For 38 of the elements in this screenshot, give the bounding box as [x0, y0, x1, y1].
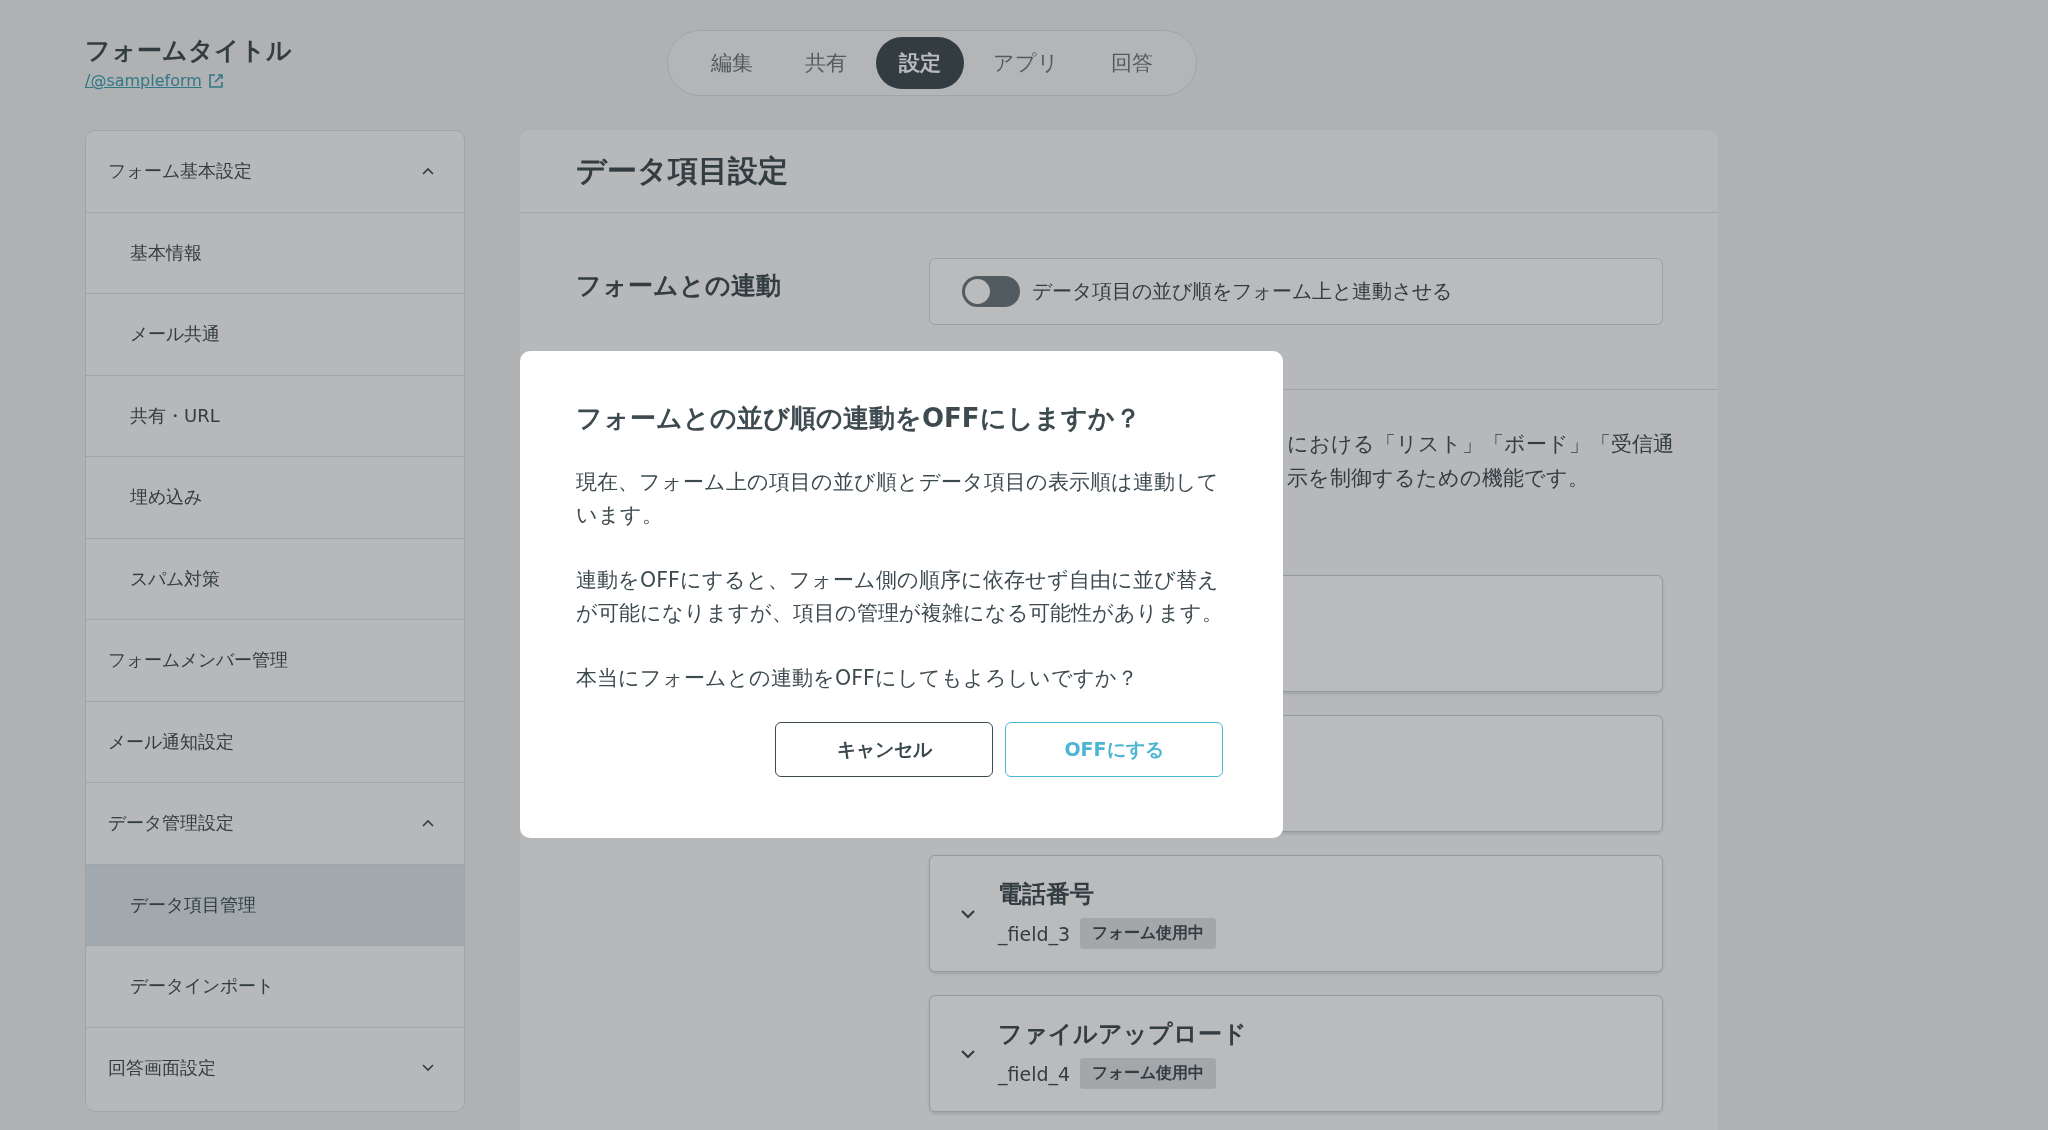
dialog-title: フォームとの並び順の連動をOFFにしますか？	[576, 402, 1142, 435]
sidebar-item[interactable]: フォームメンバー管理	[86, 620, 464, 702]
tab[interactable]: 設定	[876, 37, 964, 89]
usage-badge: フォーム使用中	[1080, 918, 1217, 949]
sidebar-subitem[interactable]: 埋め込み	[86, 457, 464, 539]
form-title: フォームタイトル	[85, 35, 293, 67]
tab[interactable]: アプリ	[970, 37, 1082, 89]
sidebar-subitem[interactable]: スパム対策	[86, 538, 464, 620]
toggle-label: データ項目の並び順をフォーム上と連動させる	[1032, 278, 1452, 305]
sidebar-item[interactable]: フォーム基本設定	[86, 131, 464, 213]
description-text: における「リスト」「ボード」「受信通	[1287, 431, 1674, 458]
sidebar-subitem[interactable]: 共有・URL	[86, 375, 464, 457]
sidebar-item[interactable]: 回答画面設定	[86, 1027, 464, 1109]
dialog-text: 本当にフォームとの連動をOFFにしてもよろしいですか？	[576, 665, 1139, 692]
field-name: 電話番号	[998, 879, 1095, 910]
cancel-button[interactable]: キャンセル	[775, 722, 993, 777]
tab[interactable]: 共有	[782, 37, 870, 89]
page-title: データ項目設定	[576, 151, 788, 190]
sidebar-subitem[interactable]: 基本情報	[86, 212, 464, 294]
description-text: 示を制御するための機能です。	[1287, 465, 1589, 492]
section-title: フォームとの連動	[576, 270, 782, 302]
sidebar-subitem[interactable]: メール共通	[86, 294, 464, 376]
usage-badge: フォーム使用中	[1080, 1058, 1217, 1089]
sidebar-item[interactable]: メール通知設定	[86, 701, 464, 783]
chevron-down-icon[interactable]	[960, 908, 976, 919]
field-code: _field_3	[998, 922, 1071, 945]
sidebar-item[interactable]: データ管理設定	[86, 783, 464, 865]
sidebar-subitem[interactable]: データインポート	[86, 946, 464, 1028]
dialog-text: 連動をOFFにすると、フォーム側の順序に依存せず自由に並び替えが可能になりますが、項目の管理が複雑になる可能性があります。	[576, 567, 1223, 627]
toggle-switch[interactable]	[962, 276, 1020, 307]
chevron-down-icon[interactable]	[960, 1048, 976, 1059]
tab[interactable]: 回答	[1088, 37, 1176, 89]
tab[interactable]: 編集	[688, 37, 776, 89]
field-code: _field_4	[998, 1062, 1071, 1085]
dialog-text: 現在、フォーム上の項目の並び順とデータ項目の表示順は連動しています。	[576, 469, 1220, 529]
sidebar-subitem[interactable]: データ項目管理	[86, 864, 464, 946]
external-link-icon	[207, 72, 224, 89]
field-name: ファイルアップロード	[998, 1019, 1247, 1050]
